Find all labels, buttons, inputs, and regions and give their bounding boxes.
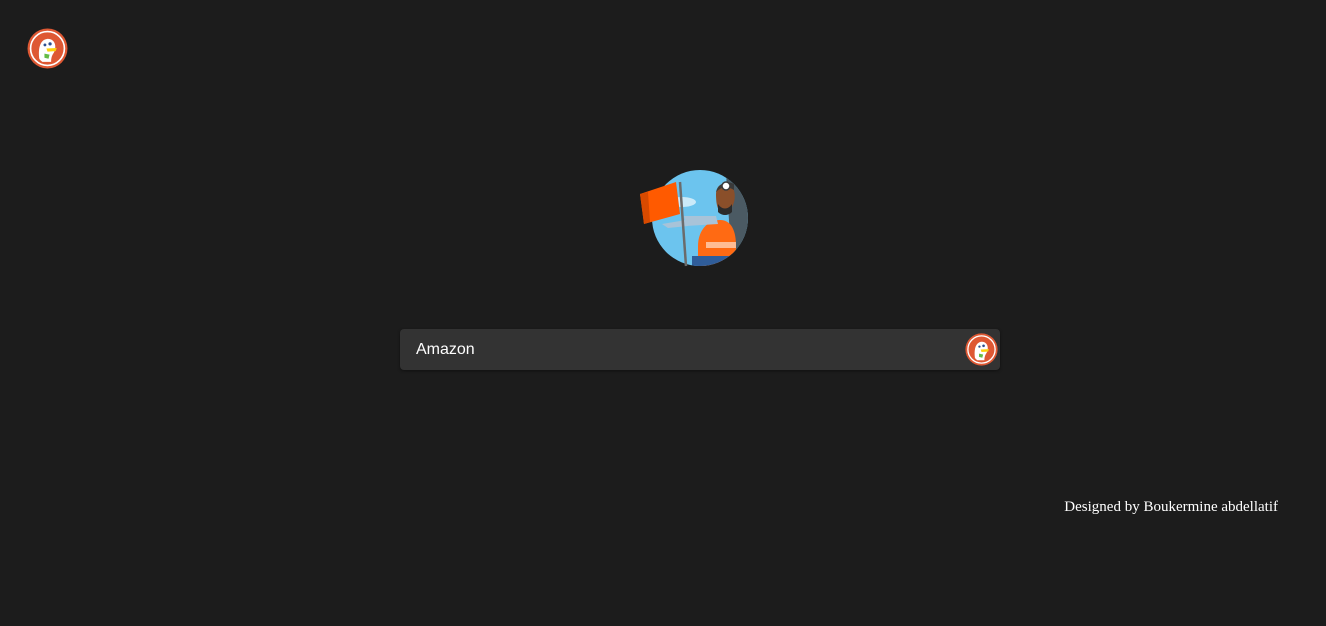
- explorer-with-flag-illustration: [640, 170, 748, 267]
- search-input[interactable]: [400, 329, 948, 370]
- search-box: [400, 329, 1000, 370]
- search-submit-button[interactable]: [965, 333, 998, 366]
- duckduckgo-logo-icon[interactable]: [27, 28, 68, 69]
- designer-credit: Designed by Boukermine abdellatif: [1064, 499, 1278, 515]
- page: Designed by Boukermine abdellatif: [0, 0, 1326, 626]
